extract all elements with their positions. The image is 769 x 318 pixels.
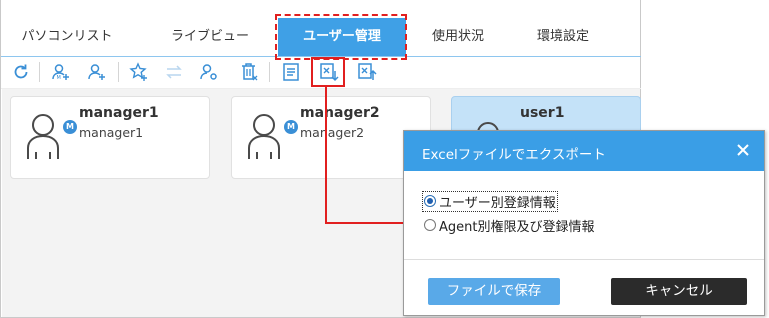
option-label: Agent別権限及び登録情報 <box>439 219 595 235</box>
user-icon <box>27 114 59 159</box>
option-per-agent[interactable]: Agent別権限及び登録情報 <box>422 215 594 235</box>
svg-text:M: M <box>57 75 61 81</box>
toolbar: M <box>1 58 642 86</box>
tab-live-view[interactable]: ライブビュー <box>151 18 269 56</box>
user-card[interactable]: M manager2 manager2 <box>231 96 431 179</box>
delete-icon[interactable] <box>237 60 261 84</box>
toolbar-separator <box>269 62 270 82</box>
radio-button[interactable] <box>424 219 436 231</box>
dialog-header: Excelファイルでエクスポート <box>404 131 764 171</box>
import-excel-icon[interactable] <box>355 60 379 84</box>
callout-line <box>325 222 411 224</box>
tab-usage-status[interactable]: 使用状況 <box>413 18 503 56</box>
tab-pc-list[interactable]: パソコンリスト <box>11 18 123 56</box>
export-excel-icon[interactable] <box>317 60 341 84</box>
favorite-icon[interactable] <box>127 60 151 84</box>
close-icon[interactable] <box>732 139 754 161</box>
save-to-file-button[interactable]: ファイルで保存 <box>428 278 560 305</box>
focus-ring: ユーザー別登録情報 <box>422 190 558 212</box>
list-icon[interactable] <box>279 60 303 84</box>
user-name: user1 <box>520 105 565 121</box>
user-name: manager1 <box>79 105 159 121</box>
user-icon <box>248 114 280 159</box>
refresh-icon[interactable] <box>9 60 33 84</box>
toolbar-separator <box>39 62 40 82</box>
dialog-divider <box>404 259 764 260</box>
user-card[interactable]: M manager1 manager1 <box>10 96 210 179</box>
dialog-title: Excelファイルでエクスポート <box>422 147 606 163</box>
option-per-user[interactable]: ユーザー別登録情報 <box>422 190 558 212</box>
export-dialog: Excelファイルでエクスポート ユーザー別登録情報 Agent別権限及び登録情… <box>403 130 765 316</box>
add-user-icon[interactable] <box>85 60 109 84</box>
user-name: manager2 <box>300 105 380 121</box>
tab-divider <box>1 56 641 57</box>
user-account: manager2 <box>300 125 365 140</box>
user-account: manager1 <box>79 125 144 140</box>
option-label: ユーザー別登録情報 <box>439 195 556 211</box>
radio-button[interactable] <box>424 195 436 207</box>
manager-badge: M <box>63 120 77 134</box>
transfer-icon <box>162 60 186 84</box>
manager-badge: M <box>284 120 298 134</box>
tab-user-management[interactable]: ユーザー管理 <box>278 18 406 56</box>
add-manager-icon[interactable]: M <box>49 60 73 84</box>
toolbar-separator <box>118 62 119 82</box>
tab-environment-settings[interactable]: 環境設定 <box>511 18 615 56</box>
callout-line <box>325 87 327 223</box>
main-tabs: パソコンリスト ライブビュー ユーザー管理 使用状況 環境設定 <box>1 18 642 56</box>
cancel-button[interactable]: キャンセル <box>611 278 747 305</box>
avatar: M <box>246 110 298 160</box>
user-settings-icon[interactable] <box>197 60 221 84</box>
avatar: M <box>25 110 77 160</box>
